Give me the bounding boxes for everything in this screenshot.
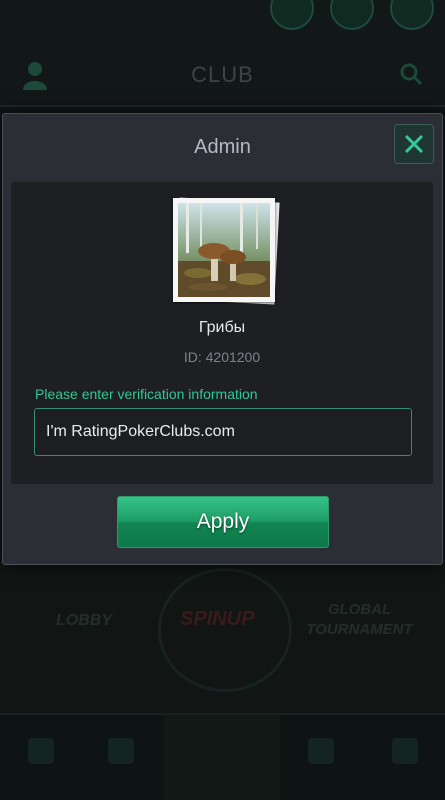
nav-icon <box>28 738 54 764</box>
club-id: ID: 4201200 <box>183 349 261 365</box>
nav-center <box>164 715 280 800</box>
verification-input[interactable] <box>34 408 412 456</box>
verification-label: Please enter verification information <box>35 386 258 402</box>
mushroom-photo <box>178 203 270 297</box>
spinup-label: SPINUP <box>180 608 255 630</box>
top-bar: CLUB <box>0 0 445 107</box>
club-info-panel: Грибы ID: 4201200 Please enter verificat… <box>11 182 433 484</box>
club-avatar <box>173 197 280 305</box>
photo-frame <box>173 198 275 302</box>
global-tournament-label: GLOBAL TOURNAMENT <box>306 601 413 638</box>
shop-icon-button <box>330 0 374 30</box>
lobby-label: LOBBY <box>56 612 112 629</box>
close-icon <box>404 134 424 154</box>
club-name: Грибы <box>198 319 246 336</box>
nav-icon <box>108 738 134 764</box>
nav-icon <box>392 738 418 764</box>
nav-icon <box>308 738 334 764</box>
bottom-nav <box>0 713 445 800</box>
mail-icon-button <box>270 0 314 30</box>
message-icon-button <box>390 0 434 30</box>
dialog-title: Admin <box>194 136 251 158</box>
apply-button[interactable]: Apply <box>117 496 329 548</box>
search-icon <box>400 63 423 86</box>
club-header-title: CLUB <box>191 62 254 87</box>
admin-dialog: Admin Грибы ID: 4201200 Please enter ver… <box>2 113 443 565</box>
close-button[interactable] <box>394 124 434 164</box>
